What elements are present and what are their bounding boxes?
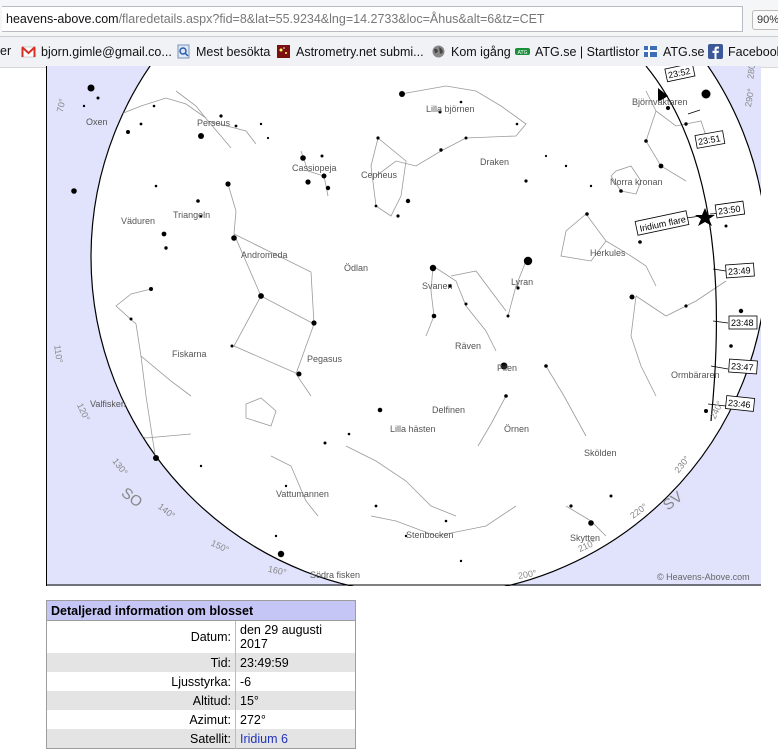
time-label-2348: 23:48 (731, 318, 754, 328)
row-label: Datum: (46, 620, 236, 653)
constellation-label: Cassiopeja (292, 163, 337, 173)
satellite-link[interactable]: Iridium 6 (235, 729, 356, 749)
gmail-icon (21, 44, 36, 59)
row-label: Ljusstyrka: (46, 672, 236, 691)
time-label-2349: 23:49 (728, 265, 751, 277)
constellation-label: Draken (480, 157, 509, 167)
constellation-label: Pilen (497, 363, 517, 373)
table-title: Detaljerad information om blosset (46, 600, 356, 621)
constellation-label: Fiskarna (172, 349, 207, 359)
bookmark-mest-besokta[interactable]: Mest besökta (176, 44, 270, 59)
constellation-label: Björnvaktaren (632, 97, 688, 107)
globe-icon (431, 44, 446, 59)
table-row: Altitud: 15° (46, 691, 356, 710)
row-value: den 29 augusti 2017 (240, 623, 323, 651)
constellation-label: Perseus (197, 118, 231, 128)
constellation-label: Väduren (121, 216, 155, 226)
url-text: heavens-above.com/flaredetails.aspx?fid=… (6, 12, 545, 26)
url-field[interactable]: heavens-above.com/flaredetails.aspx?fid=… (2, 6, 743, 32)
table-row: Tid: 23:49:59 (46, 653, 356, 672)
constellation-label: Stenbocken (406, 530, 454, 540)
row-value: 23:49:59 (235, 653, 356, 672)
constellation-label: Norra kronan (610, 177, 663, 187)
row-label: Altitud: (46, 691, 236, 710)
bookmark-partial[interactable]: er (0, 44, 11, 58)
bookmark-atg[interactable]: ATG.se (643, 44, 704, 59)
search-page-icon (176, 44, 191, 59)
constellation-label: Cepheus (361, 170, 398, 180)
row-value: -6 (240, 674, 252, 689)
constellation-label: Pegasus (307, 354, 343, 364)
bookmark-astrometry[interactable]: Astrometry.net submi... (276, 44, 424, 59)
facebook-icon (708, 44, 723, 59)
constellation-label: Lilla björnen (426, 104, 475, 114)
atg-flag-icon (643, 44, 658, 59)
constellation-label: Vattumannen (276, 489, 329, 499)
zoom-indicator[interactable]: 90% (752, 10, 778, 30)
constellation-label: Triangeln (173, 210, 210, 220)
row-label: Tid: (46, 653, 236, 672)
bookmarks-bar: er bjorn.gimle@gmail.co... Mest besökta … (0, 37, 778, 68)
bookmark-gmail[interactable]: bjorn.gimle@gmail.co... (21, 44, 172, 59)
bookmark-facebook[interactable]: Facebook (708, 44, 778, 59)
row-label: Azimut: (46, 710, 236, 729)
sky-chart: Iridium flare 23:52 23:51 23:50 23:49 23… (46, 66, 761, 586)
table-row: Satellit: Iridium 6 (46, 729, 356, 749)
azimuth-label: 280° (745, 66, 757, 79)
constellation-label: Herkules (590, 248, 626, 258)
constellation-label: Andromeda (241, 250, 288, 260)
row-value: 15° (235, 691, 356, 710)
constellation-label: Ormbäraren (671, 370, 720, 380)
svg-text:ATG: ATG (518, 50, 528, 56)
time-label-2347: 23:47 (731, 361, 754, 373)
table-row: Ljusstyrka: -6 (46, 672, 356, 691)
table-row: Azimut: 272° (46, 710, 356, 729)
constellation-label: Lilla hästen (390, 424, 436, 434)
table-row: Datum: den 29 augusti 2017 (46, 620, 356, 653)
constellation-label: Södra fisken (310, 570, 360, 580)
constellation-label: Skölden (584, 448, 617, 458)
constellation-label: Lyran (511, 277, 533, 287)
constellation-label: Svanen (422, 281, 453, 291)
row-label: Satellit: (46, 729, 236, 749)
constellation-label: Delfinen (432, 405, 465, 415)
atg-icon: ATG (515, 44, 530, 59)
flare-details-table: Detaljerad information om blosset Datum:… (46, 600, 356, 749)
address-bar: heavens-above.com/flaredetails.aspx?fid=… (0, 0, 778, 37)
constellation-label: Räven (455, 341, 481, 351)
constellation-label: Örnen (504, 424, 529, 434)
astrometry-icon (276, 44, 291, 59)
row-value: 272° (240, 712, 266, 727)
bookmark-kom-igang[interactable]: Kom igång (431, 44, 511, 59)
constellation-label: Ödlan (344, 263, 368, 273)
constellation-label: Valfisken (90, 399, 126, 409)
constellation-label: Oxen (86, 117, 108, 127)
bookmark-atg-startlistor[interactable]: ATG ATG.se | Startlistor (515, 44, 639, 59)
copyright-text: © Heavens-Above.com (657, 572, 750, 582)
